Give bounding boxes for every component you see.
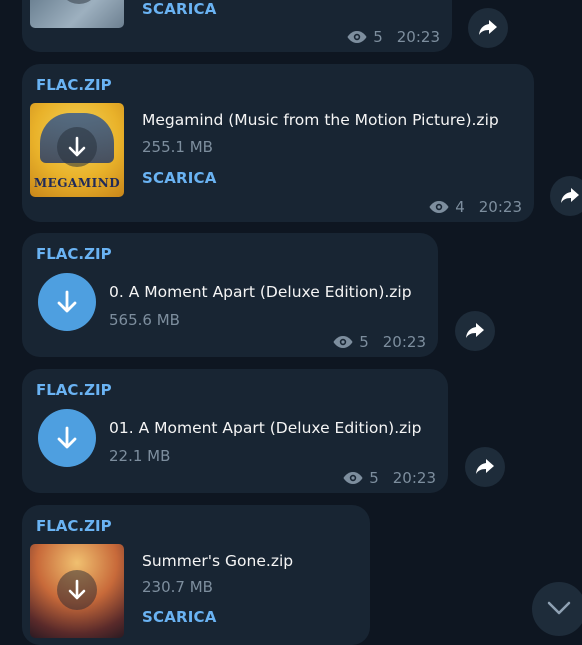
view-count: 5 <box>369 469 379 487</box>
album-cover-thumbnail[interactable] <box>30 544 124 638</box>
message-meta: 5 20:23 <box>347 28 440 46</box>
file-name[interactable]: 0. A Moment Apart (Deluxe Edition).zip <box>109 283 412 301</box>
sender-name[interactable]: FLAC.ZIP <box>36 76 112 94</box>
eye-icon <box>333 336 353 348</box>
view-count: 5 <box>359 333 369 351</box>
file-size: 255.1 MB <box>142 138 213 156</box>
share-button[interactable] <box>455 311 495 351</box>
download-arrow-icon <box>57 290 77 313</box>
message-bubble: SCARICA 5 20:23 <box>22 0 452 52</box>
message-bubble: FLAC.ZIP 0. A Moment Apart (Deluxe Editi… <box>22 233 438 357</box>
sender-name[interactable]: FLAC.ZIP <box>36 517 112 535</box>
download-circle-icon[interactable] <box>57 127 97 167</box>
file-thumbnail[interactable] <box>30 0 124 28</box>
sender-name[interactable]: FLAC.ZIP <box>36 245 112 263</box>
share-arrow-icon <box>476 459 494 474</box>
download-button[interactable] <box>38 409 96 467</box>
file-name[interactable]: Summer's Gone.zip <box>142 552 293 570</box>
eye-icon <box>343 472 363 484</box>
share-arrow-icon <box>479 20 497 35</box>
download-arrow-icon <box>68 579 86 600</box>
share-arrow-icon <box>561 188 579 203</box>
message-meta: 5 20:23 <box>343 469 436 487</box>
file-size: 565.6 MB <box>109 311 180 329</box>
share-arrow-icon <box>466 323 484 338</box>
message-bubble: FLAC.ZIP 01. A Moment Apart (Deluxe Edit… <box>22 369 448 493</box>
eye-icon <box>429 201 449 213</box>
message-meta: 4 20:23 <box>429 198 522 216</box>
message-bubble: FLAC.ZIP Summer's Gone.zip 230.7 MB SCAR… <box>22 505 370 645</box>
message-time: 20:23 <box>396 28 440 46</box>
download-link[interactable]: SCARICA <box>142 0 217 18</box>
message-time: 20:23 <box>392 469 436 487</box>
download-arrow-icon <box>68 136 86 157</box>
file-size: 22.1 MB <box>109 447 171 465</box>
message-time: 20:23 <box>478 198 522 216</box>
download-arrow-icon <box>57 426 77 449</box>
download-circle-icon[interactable] <box>59 0 99 4</box>
message-time: 20:23 <box>382 333 426 351</box>
eye-icon <box>347 31 367 43</box>
view-count: 5 <box>373 28 383 46</box>
file-size: 230.7 MB <box>142 578 213 596</box>
cover-title: MEGAMIND <box>33 176 121 190</box>
scroll-to-bottom-button[interactable] <box>532 582 582 636</box>
download-circle-icon[interactable] <box>57 570 97 610</box>
file-name[interactable]: 01. A Moment Apart (Deluxe Edition).zip <box>109 419 421 437</box>
share-button[interactable] <box>465 447 505 487</box>
download-button[interactable] <box>38 273 96 331</box>
sender-name[interactable]: FLAC.ZIP <box>36 381 112 399</box>
message-bubble: FLAC.ZIP MEGAMIND Megamind (Music from t… <box>22 64 534 222</box>
chevron-down-icon <box>547 601 571 615</box>
share-button[interactable] <box>550 176 582 216</box>
message-meta: 5 20:23 <box>333 333 426 351</box>
view-count: 4 <box>455 198 465 216</box>
file-name[interactable]: Megamind (Music from the Motion Picture)… <box>142 111 499 129</box>
download-link[interactable]: SCARICA <box>142 169 217 187</box>
download-link[interactable]: SCARICA <box>142 608 217 626</box>
share-button[interactable] <box>468 8 508 48</box>
album-cover-thumbnail[interactable]: MEGAMIND <box>30 103 124 197</box>
